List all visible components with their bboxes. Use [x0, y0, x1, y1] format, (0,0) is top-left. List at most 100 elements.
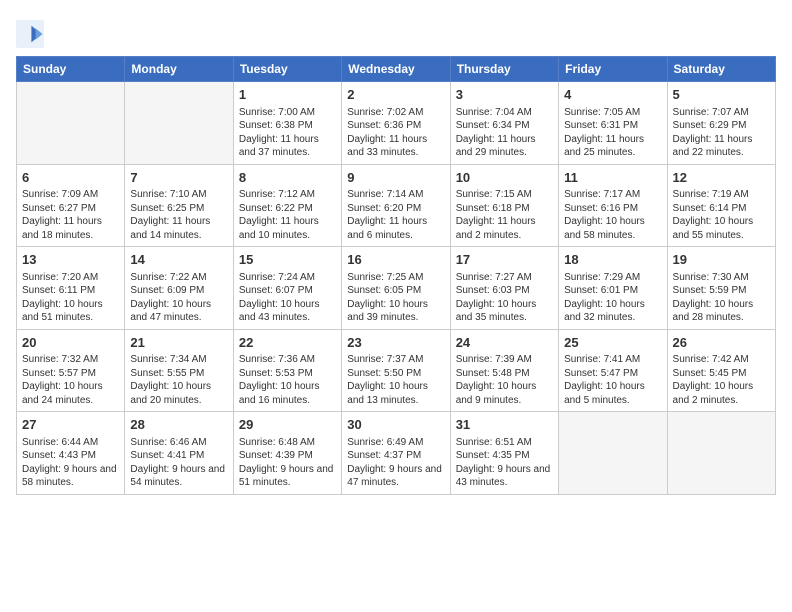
day-number: 19: [673, 251, 770, 269]
calendar-cell: 15 Sunrise: 7:24 AMSunset: 6:07 PMDayligh…: [233, 247, 341, 330]
calendar-cell: 1 Sunrise: 7:00 AMSunset: 6:38 PMDaylight…: [233, 82, 341, 165]
day-info: Sunrise: 7:30 AMSunset: 5:59 PMDaylight:…: [673, 271, 770, 325]
day-number: 27: [22, 416, 119, 434]
day-info: Sunrise: 6:48 AMSunset: 4:39 PMDaylight:…: [239, 436, 336, 490]
calendar-cell: 8Sunrise: 7:12 AMSunset: 6:22 PMDaylight…: [233, 164, 341, 247]
calendar-cell: 20Sunrise: 7:32 AMSunset: 5:57 PMDayligh…: [17, 329, 125, 412]
day-number: 6: [22, 169, 119, 187]
day-number: 30: [347, 416, 444, 434]
day-number: 12: [673, 169, 770, 187]
calendar-cell: 24Sunrise: 7:39 AMSunset: 5:48 PMDayligh…: [450, 329, 558, 412]
day-number: 10: [456, 169, 553, 187]
day-number: 2: [347, 86, 444, 104]
calendar-cell: [17, 82, 125, 165]
day-info: Sunrise: 6:46 AMSunset: 4:41 PMDaylight:…: [130, 436, 227, 490]
day-info: Sunrise: 7:15 AMSunset: 6:18 PMDaylight:…: [456, 188, 553, 242]
day-number: 15: [239, 251, 336, 269]
day-info: Sunrise: 7:02 AMSunset: 6:36 PMDaylight:…: [347, 106, 444, 160]
calendar-week-row: 6Sunrise: 7:09 AMSunset: 6:27 PMDaylight…: [17, 164, 776, 247]
day-number: 28: [130, 416, 227, 434]
day-number: 23: [347, 334, 444, 352]
calendar-cell: 18 Sunrise: 7:29 AMSunset: 6:01 PMDayligh…: [559, 247, 667, 330]
page-header: [16, 16, 776, 48]
day-info: Sunrise: 7:42 AMSunset: 5:45 PMDaylight:…: [673, 353, 770, 407]
calendar-cell: 30 Sunrise: 6:49 AMSunset: 4:37 PMDayligh…: [342, 412, 450, 495]
day-header-wednesday: Wednesday: [342, 57, 450, 82]
day-number: 3: [456, 86, 553, 104]
day-info: Sunrise: 7:12 AMSunset: 6:22 PMDaylight:…: [239, 188, 336, 242]
calendar-cell: 26Sunrise: 7:42 AMSunset: 5:45 PMDayligh…: [667, 329, 775, 412]
calendar-cell: 31 Sunrise: 6:51 AMSunset: 4:35 PMDayligh…: [450, 412, 558, 495]
day-number: 31: [456, 416, 553, 434]
day-info: Sunrise: 7:20 AMSunset: 6:11 PMDaylight:…: [22, 271, 119, 325]
day-info: Sunrise: 7:04 AMSunset: 6:34 PMDaylight:…: [456, 106, 553, 160]
calendar-cell: 17 Sunrise: 7:27 AMSunset: 6:03 PMDayligh…: [450, 247, 558, 330]
calendar-cell: 5Sunrise: 7:07 AMSunset: 6:29 PMDaylight…: [667, 82, 775, 165]
day-number: 1: [239, 86, 336, 104]
calendar-table: SundayMondayTuesdayWednesdayThursdayFrid…: [16, 56, 776, 495]
logo: [16, 20, 46, 48]
day-header-thursday: Thursday: [450, 57, 558, 82]
day-info: Sunrise: 7:39 AMSunset: 5:48 PMDaylight:…: [456, 353, 553, 407]
day-info: Sunrise: 7:09 AMSunset: 6:27 PMDaylight:…: [22, 188, 119, 242]
calendar-week-row: 1 Sunrise: 7:00 AMSunset: 6:38 PMDaylight…: [17, 82, 776, 165]
day-number: 29: [239, 416, 336, 434]
calendar-cell: 13 Sunrise: 7:20 AMSunset: 6:11 PMDayligh…: [17, 247, 125, 330]
day-number: 13: [22, 251, 119, 269]
calendar-week-row: 20Sunrise: 7:32 AMSunset: 5:57 PMDayligh…: [17, 329, 776, 412]
day-header-monday: Monday: [125, 57, 233, 82]
day-info: Sunrise: 7:00 AMSunset: 6:38 PMDaylight:…: [239, 106, 336, 160]
day-header-friday: Friday: [559, 57, 667, 82]
calendar-header-row: SundayMondayTuesdayWednesdayThursdayFrid…: [17, 57, 776, 82]
calendar-cell: 12Sunrise: 7:19 AMSunset: 6:14 PMDayligh…: [667, 164, 775, 247]
day-number: 4: [564, 86, 661, 104]
day-number: 9: [347, 169, 444, 187]
calendar-cell: 9Sunrise: 7:14 AMSunset: 6:20 PMDaylight…: [342, 164, 450, 247]
day-info: Sunrise: 7:05 AMSunset: 6:31 PMDaylight:…: [564, 106, 661, 160]
calendar-cell: 22Sunrise: 7:36 AMSunset: 5:53 PMDayligh…: [233, 329, 341, 412]
calendar-cell: 4 Sunrise: 7:05 AMSunset: 6:31 PMDaylight…: [559, 82, 667, 165]
calendar-cell: 27 Sunrise: 6:44 AMSunset: 4:43 PMDayligh…: [17, 412, 125, 495]
calendar-cell: 14 Sunrise: 7:22 AMSunset: 6:09 PMDayligh…: [125, 247, 233, 330]
day-info: Sunrise: 7:37 AMSunset: 5:50 PMDaylight:…: [347, 353, 444, 407]
day-number: 26: [673, 334, 770, 352]
day-info: Sunrise: 7:24 AMSunset: 6:07 PMDaylight:…: [239, 271, 336, 325]
day-number: 18: [564, 251, 661, 269]
day-info: Sunrise: 7:32 AMSunset: 5:57 PMDaylight:…: [22, 353, 119, 407]
day-number: 14: [130, 251, 227, 269]
calendar-week-row: 27 Sunrise: 6:44 AMSunset: 4:43 PMDayligh…: [17, 412, 776, 495]
day-number: 11: [564, 169, 661, 187]
day-info: Sunrise: 7:29 AMSunset: 6:01 PMDaylight:…: [564, 271, 661, 325]
day-header-saturday: Saturday: [667, 57, 775, 82]
day-header-tuesday: Tuesday: [233, 57, 341, 82]
calendar-cell: 29 Sunrise: 6:48 AMSunset: 4:39 PMDayligh…: [233, 412, 341, 495]
day-header-sunday: Sunday: [17, 57, 125, 82]
day-info: Sunrise: 7:14 AMSunset: 6:20 PMDaylight:…: [347, 188, 444, 242]
calendar-cell: 3 Sunrise: 7:04 AMSunset: 6:34 PMDaylight…: [450, 82, 558, 165]
calendar-cell: 28 Sunrise: 6:46 AMSunset: 4:41 PMDayligh…: [125, 412, 233, 495]
day-info: Sunrise: 7:34 AMSunset: 5:55 PMDaylight:…: [130, 353, 227, 407]
calendar-cell: 16Sunrise: 7:25 AMSunset: 6:05 PMDayligh…: [342, 247, 450, 330]
day-number: 20: [22, 334, 119, 352]
day-info: Sunrise: 7:22 AMSunset: 6:09 PMDaylight:…: [130, 271, 227, 325]
day-number: 8: [239, 169, 336, 187]
day-number: 5: [673, 86, 770, 104]
calendar-cell: [667, 412, 775, 495]
calendar-cell: 23Sunrise: 7:37 AMSunset: 5:50 PMDayligh…: [342, 329, 450, 412]
day-info: Sunrise: 7:41 AMSunset: 5:47 PMDaylight:…: [564, 353, 661, 407]
calendar-cell: 10Sunrise: 7:15 AMSunset: 6:18 PMDayligh…: [450, 164, 558, 247]
day-info: Sunrise: 7:19 AMSunset: 6:14 PMDaylight:…: [673, 188, 770, 242]
day-info: Sunrise: 7:25 AMSunset: 6:05 PMDaylight:…: [347, 271, 444, 325]
day-number: 17: [456, 251, 553, 269]
day-info: Sunrise: 6:51 AMSunset: 4:35 PMDaylight:…: [456, 436, 553, 490]
day-info: Sunrise: 7:27 AMSunset: 6:03 PMDaylight:…: [456, 271, 553, 325]
day-number: 22: [239, 334, 336, 352]
day-info: Sunrise: 6:49 AMSunset: 4:37 PMDaylight:…: [347, 436, 444, 490]
calendar-cell: [125, 82, 233, 165]
day-info: Sunrise: 6:44 AMSunset: 4:43 PMDaylight:…: [22, 436, 119, 490]
day-number: 24: [456, 334, 553, 352]
calendar-cell: 2 Sunrise: 7:02 AMSunset: 6:36 PMDaylight…: [342, 82, 450, 165]
day-info: Sunrise: 7:36 AMSunset: 5:53 PMDaylight:…: [239, 353, 336, 407]
day-info: Sunrise: 7:17 AMSunset: 6:16 PMDaylight:…: [564, 188, 661, 242]
calendar-cell: 7Sunrise: 7:10 AMSunset: 6:25 PMDaylight…: [125, 164, 233, 247]
